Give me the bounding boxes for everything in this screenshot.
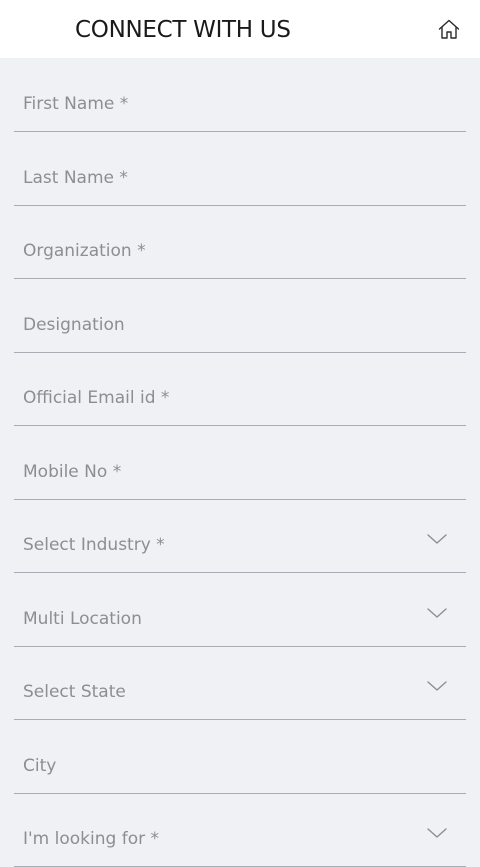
organization-input[interactable]	[23, 231, 423, 271]
form-field	[14, 157, 466, 206]
form-field	[14, 231, 466, 279]
form-field	[14, 451, 466, 500]
form-field	[14, 304, 466, 353]
form-field	[14, 84, 466, 132]
last-name-input[interactable]	[23, 157, 423, 198]
mobile-no-input[interactable]	[23, 451, 423, 492]
official-email-input[interactable]	[23, 378, 423, 418]
looking-for-dropdown[interactable]: I'm looking for *	[14, 819, 466, 867]
home-button[interactable]	[436, 16, 462, 42]
select-industry-dropdown[interactable]: Select Industry *	[14, 525, 466, 573]
chevron-down-icon	[427, 534, 447, 544]
designation-input[interactable]	[23, 304, 423, 345]
select-value: Select State	[23, 682, 126, 702]
page-title: CONNECT WITH US	[75, 17, 291, 43]
chevron-down-icon	[427, 607, 447, 618]
app-header: CONNECT WITH US	[0, 0, 480, 58]
chevron-down-icon	[427, 681, 447, 691]
select-value: Select Industry *	[23, 535, 165, 555]
select-state-dropdown[interactable]: Select State	[14, 672, 466, 720]
multi-location-dropdown[interactable]: Multi Location	[14, 599, 466, 647]
home-icon	[438, 19, 460, 39]
chevron-down-icon	[427, 828, 447, 838]
select-value: I'm looking for *	[23, 829, 159, 849]
form-field	[14, 745, 466, 794]
form-field	[14, 378, 466, 426]
first-name-input[interactable]	[23, 84, 423, 124]
city-input[interactable]	[23, 745, 423, 786]
select-value: Multi Location	[23, 608, 142, 629]
